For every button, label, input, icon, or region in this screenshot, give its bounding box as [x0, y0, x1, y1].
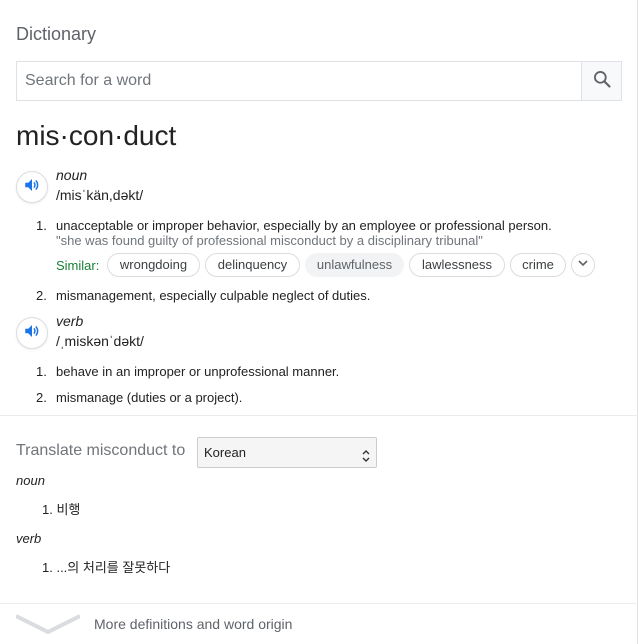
speaker-icon: [23, 322, 41, 345]
section-divider: [0, 415, 638, 416]
panel-title: Dictionary: [16, 24, 97, 44]
select-arrows-icon: [361, 445, 371, 474]
verb-pos-label: verb: [56, 313, 84, 329]
similar-chip-lawlessness[interactable]: lawlessness: [409, 253, 505, 277]
definition-text: behave in an improper or unprofessional …: [56, 364, 340, 379]
definition-number: 1.: [36, 218, 47, 233]
noun-pos-label: noun: [56, 167, 88, 183]
dictionary-panel: Dictionary mis·con·duct noun /misˈkän,də…: [0, 0, 638, 644]
language-select[interactable]: Korean: [197, 437, 377, 468]
translation-noun-label: noun: [16, 473, 45, 488]
similar-chip-delinquency[interactable]: delinquency: [205, 253, 300, 277]
search-button[interactable]: [581, 62, 621, 100]
definition-number: 2.: [36, 390, 47, 405]
translate-label: Translate misconduct to: [16, 442, 186, 459]
verb-phonetic: /ˌmiskənˈdəkt/: [56, 333, 144, 349]
footer-divider: [0, 603, 638, 604]
definition-text: unacceptable or improper behavior, espec…: [56, 218, 552, 233]
noun-phonetic: /misˈkän,dəkt/: [56, 187, 144, 203]
definition-text: mismanage (duties or a project).: [56, 390, 243, 405]
search-box: [16, 61, 622, 101]
verb-pronunciation-button[interactable]: [16, 317, 48, 349]
translation-verb-item: 1. ...의 처리를 잘못하다: [42, 560, 171, 575]
headword: mis·con·duct: [16, 120, 177, 151]
chevron-down-icon[interactable]: [15, 612, 81, 641]
definition-example: "she was found guilty of professional mi…: [56, 233, 483, 248]
similar-chip-wrongdoing[interactable]: wrongdoing: [107, 253, 200, 277]
definition-number: 1.: [36, 364, 47, 379]
definition-number: 2.: [36, 288, 47, 303]
similar-label: Similar:: [56, 258, 100, 273]
similar-expand-button[interactable]: [571, 253, 595, 277]
similar-chip-crime[interactable]: crime: [510, 253, 566, 277]
translation-verb-label: verb: [16, 531, 42, 546]
definition-text: mismanagement, especially culpable negle…: [56, 288, 371, 303]
speaker-icon: [23, 176, 41, 199]
search-icon: [592, 69, 612, 94]
similar-chip-unlawfulness[interactable]: unlawfulness: [305, 253, 404, 277]
translation-noun-item: 1. 비행: [42, 502, 81, 517]
language-select-value: Korean: [204, 445, 246, 460]
more-definitions-link[interactable]: More definitions and word origin: [94, 616, 292, 632]
noun-pronunciation-button[interactable]: [16, 171, 48, 203]
chevron-down-icon: [577, 256, 589, 274]
search-input[interactable]: [17, 62, 581, 100]
